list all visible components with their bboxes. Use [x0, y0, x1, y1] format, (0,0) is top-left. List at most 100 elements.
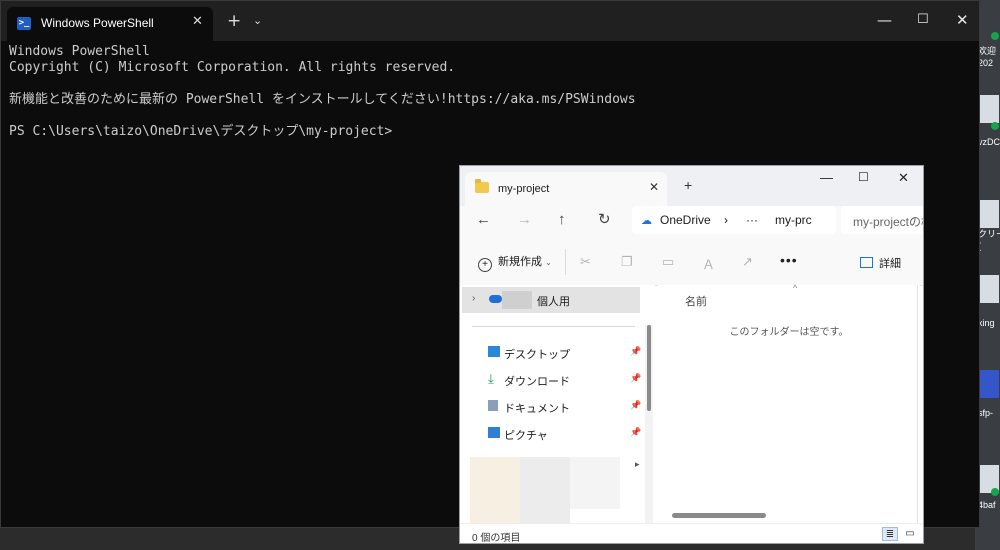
close-tab-icon[interactable]: ✕ — [192, 14, 203, 29]
cut-icon[interactable]: ✂ — [580, 254, 591, 270]
search-input[interactable]: my-projectの検索 — [841, 206, 923, 234]
terminal-line: 新機能と改善のために最新の PowerShell をインストールしてください!h… — [9, 92, 636, 107]
more-options-icon[interactable]: ••• — [780, 252, 798, 268]
plus-icon: + — [478, 258, 492, 272]
address-bar[interactable]: ☁ OneDrive › ··· my-prc — [632, 206, 836, 234]
explorer-tab-title: my-project — [498, 183, 550, 195]
terminal-tab-title: Windows PowerShell — [41, 16, 154, 30]
desktop-icon-label: 4baf — [978, 500, 996, 510]
redacted-thumbnail — [520, 457, 570, 525]
horizontal-scrollbar-thumb[interactable] — [672, 513, 766, 518]
navigation-bar: ← → ↑ ↻ ☁ OneDrive › ··· my-prc my-proje… — [460, 206, 923, 239]
explorer-titlebar[interactable]: my-project ✕ + — ☐ ✕ — [460, 166, 923, 206]
chevron-right-icon[interactable]: ▸ — [635, 459, 640, 470]
close-window-button[interactable]: ✕ — [898, 170, 909, 186]
empty-folder-message: このフォルダーは空です。 — [729, 327, 849, 338]
terminal-titlebar[interactable]: >_ Windows PowerShell ✕ + ⌄ — ☐ ✕ — [1, 1, 979, 41]
desktop-icon-label: 欢迎 — [978, 46, 997, 56]
status-bar: 0 個の項目 ≣ ▭ — [460, 523, 923, 544]
terminal-tab[interactable]: >_ Windows PowerShell ✕ — [7, 7, 213, 41]
terminal-prompt[interactable]: PS C:\Users\taizo\OneDrive\デスクトップ\my-pro… — [9, 124, 969, 140]
refresh-icon[interactable]: ↻ — [598, 212, 611, 228]
item-count: 0 個の項目 — [472, 533, 521, 544]
sync-check-icon — [991, 122, 999, 130]
sidebar-item-label: ドキュメント — [504, 403, 570, 415]
desktop-icon-label: king — [978, 318, 995, 328]
rename-icon[interactable]: Ａ — [702, 254, 715, 273]
chevron-down-icon: ⌄ — [545, 258, 552, 267]
details-pane-button[interactable]: 詳細 — [860, 255, 901, 271]
new-button[interactable]: + 新規作成 ⌄ — [478, 253, 552, 272]
chevron-right-icon[interactable]: › — [472, 293, 475, 304]
powershell-icon: >_ — [17, 17, 31, 30]
redacted-account-name — [502, 291, 532, 309]
desktop-file-icon[interactable] — [979, 275, 999, 303]
file-explorer-window[interactable]: my-project ✕ + — ☐ ✕ ← → ↑ ↻ ☁ OneDrive … — [459, 165, 924, 544]
sidebar-item-pictures[interactable]: ピクチャ 📌 — [460, 423, 645, 445]
file-list-pane[interactable]: ^ 名前 このフォルダーは空です。 — [658, 283, 920, 525]
close-tab-icon[interactable]: ✕ — [649, 180, 659, 194]
terminal-output[interactable]: Windows PowerShell Copyright (C) Microso… — [9, 44, 969, 140]
minimize-button[interactable]: — — [877, 11, 892, 29]
pin-icon[interactable]: 📌 — [630, 400, 641, 411]
maximize-button[interactable]: ☐ — [858, 170, 869, 184]
new-button-label: 新規作成 — [498, 256, 542, 268]
sidebar-item-documents[interactable]: ドキュメント 📌 — [460, 396, 645, 418]
share-icon[interactable]: ↗ — [742, 254, 753, 270]
download-icon: ⤓ — [488, 371, 494, 386]
sidebar-item-label: ピクチャ — [504, 430, 548, 442]
desktop-file-icon[interactable] — [979, 370, 999, 398]
breadcrumb-separator-icon: › — [724, 213, 728, 227]
sync-check-icon — [991, 488, 999, 496]
forward-arrow-icon[interactable]: → — [517, 212, 532, 228]
desktop-icon-label: vzDC — [978, 137, 1000, 147]
desktop-icon-label: クリー — [978, 229, 1000, 239]
tiles-view-icon[interactable]: ▭ — [902, 527, 918, 541]
explorer-tab[interactable]: my-project ✕ — [465, 172, 667, 206]
copy-icon[interactable]: ❐ — [621, 254, 633, 270]
breadcrumb-onedrive[interactable]: OneDrive — [660, 213, 711, 227]
maximize-button[interactable]: ☐ — [917, 11, 929, 29]
sidebar-item-onedrive-personal[interactable]: › 個人用 — [462, 287, 640, 313]
terminal-line: Windows PowerShell — [9, 44, 150, 59]
desktop-file-icon[interactable] — [979, 200, 999, 228]
terminal-line: Copyright (C) Microsoft Corporation. All… — [9, 60, 456, 75]
breadcrumb-ellipsis[interactable]: ··· — [746, 213, 758, 227]
onedrive-cloud-icon: ☁ — [641, 215, 652, 227]
close-window-button[interactable]: ✕ — [956, 11, 969, 29]
pin-icon[interactable]: 📌 — [630, 427, 641, 438]
sidebar-item-downloads[interactable]: ⤓ ダウンロード 📌 — [460, 369, 645, 391]
sidebar-scrollbar-thumb[interactable] — [647, 325, 651, 411]
pin-icon[interactable]: 📌 — [630, 373, 641, 384]
chevron-down-icon[interactable]: ⌄ — [253, 14, 262, 27]
redacted-thumbnail — [570, 457, 620, 509]
folder-icon — [475, 179, 489, 193]
sidebar-item-label: 個人用 — [537, 296, 570, 308]
desktop-file-icon[interactable] — [979, 95, 999, 123]
desktop-icon — [488, 346, 500, 357]
pane-divider — [917, 285, 918, 525]
minimize-button[interactable]: — — [820, 170, 833, 185]
pin-icon[interactable]: 📌 — [630, 346, 641, 357]
document-icon — [488, 400, 498, 411]
navigation-pane[interactable]: › 個人用 デスクトップ 📌 ⤓ ダウンロード 📌 ドキュメント 📌 ピクチャ … — [460, 285, 655, 525]
command-bar: + 新規作成 ⌄ ✂ ❐ ▭ Ａ ↗ ••• 詳細 — [460, 239, 923, 286]
sidebar-item-label: ダウンロード — [504, 376, 570, 388]
column-header-name[interactable]: 名前 — [685, 293, 707, 309]
desktop-icon-label: 202 — [978, 58, 994, 68]
details-view-icon[interactable]: ≣ — [882, 527, 898, 541]
breadcrumb-current-folder[interactable]: my-prc — [775, 213, 812, 227]
paste-icon[interactable]: ▭ — [662, 254, 674, 270]
back-arrow-icon[interactable]: ← — [476, 212, 491, 228]
details-label: 詳細 — [879, 258, 901, 270]
sort-ascending-icon: ^ — [793, 283, 798, 293]
sync-check-icon — [991, 32, 999, 40]
details-pane-icon — [860, 257, 873, 268]
new-tab-button[interactable]: + — [684, 178, 692, 192]
sidebar-item-desktop[interactable]: デスクトップ 📌 — [460, 342, 645, 364]
new-tab-button[interactable]: + — [227, 13, 241, 30]
up-arrow-icon[interactable]: ↑ — [558, 212, 566, 228]
desktop-icon-label: sfp- — [978, 408, 994, 418]
